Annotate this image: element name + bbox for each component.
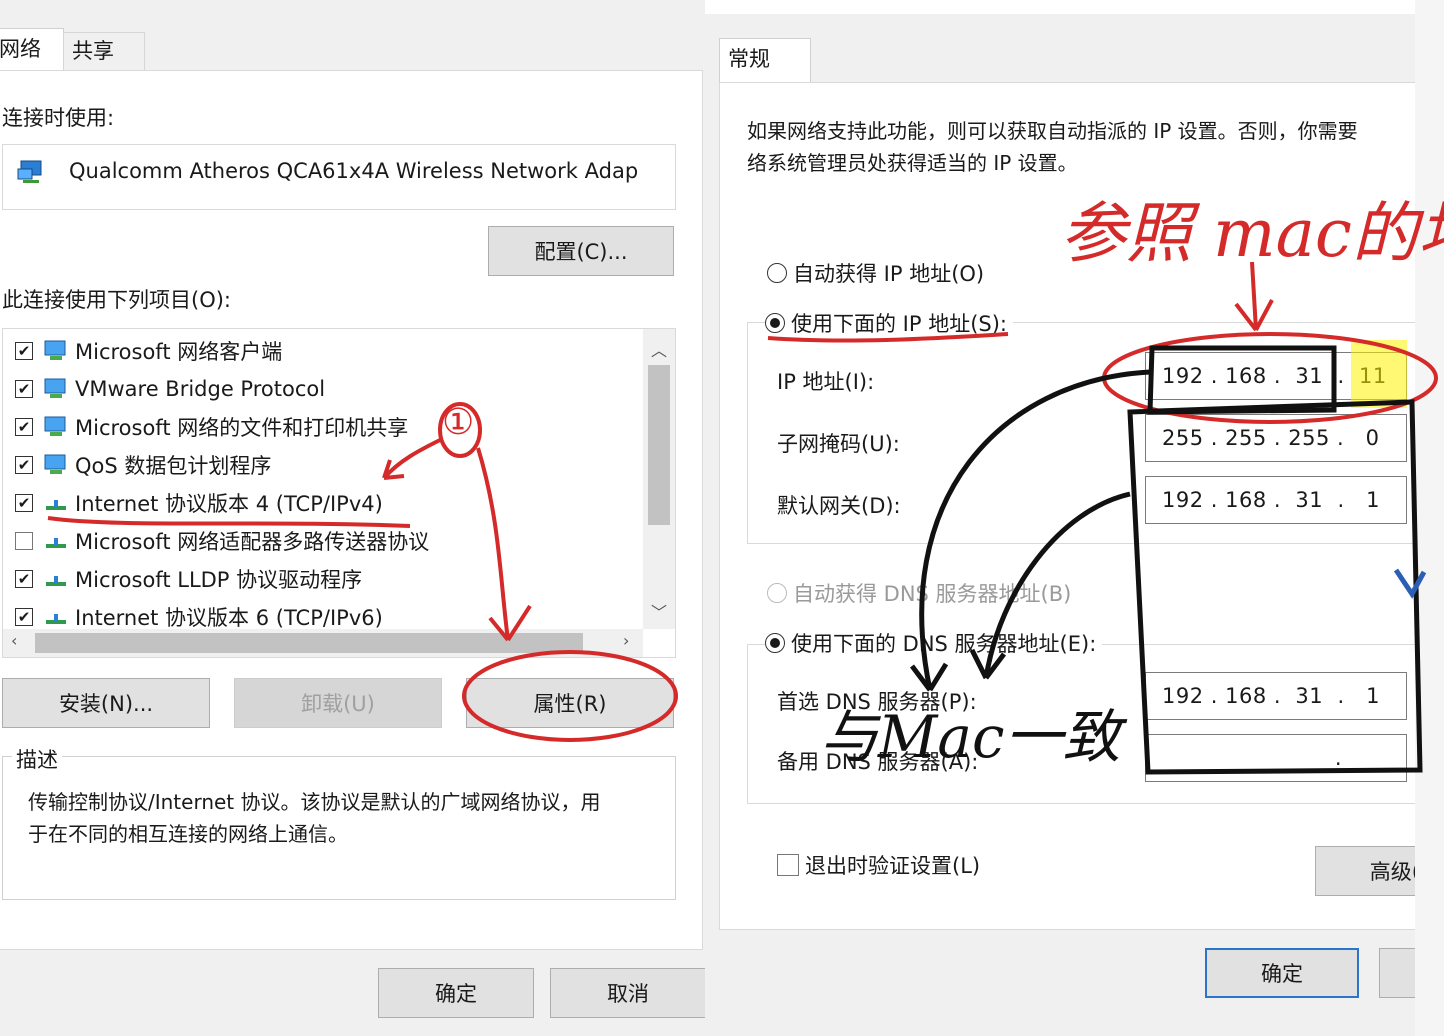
ipv4-underline xyxy=(47,516,411,528)
manual-ip-underline xyxy=(767,332,1009,343)
arrow-to-dns-2 xyxy=(969,491,1131,680)
ip-black-box xyxy=(1147,345,1337,415)
bottom-handwritten-note: 与Mac一致 xyxy=(820,703,1121,771)
check-mark-icon xyxy=(1393,568,1427,599)
top-handwritten-note: 参照 mac的地 xyxy=(1060,195,1444,272)
marker-1: ① xyxy=(442,402,475,443)
arrow-to-ipv4 xyxy=(382,438,441,480)
annotation-overlay xyxy=(47,261,1438,775)
arrow-to-properties xyxy=(476,447,532,642)
fields-black-box xyxy=(1127,399,1423,775)
arrow-to-dns-1 xyxy=(910,369,1151,692)
properties-circle xyxy=(462,650,678,742)
